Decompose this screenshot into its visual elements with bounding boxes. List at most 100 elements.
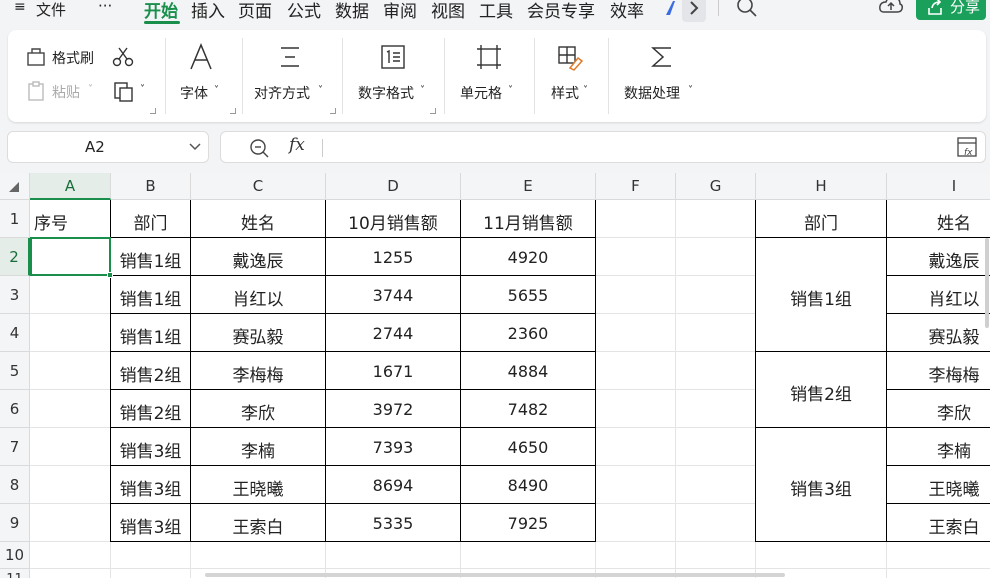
column-header-e[interactable]: E — [461, 173, 596, 200]
tab-insert[interactable]: 插入 — [191, 0, 225, 22]
fill-handle[interactable] — [107, 272, 113, 278]
cell-button[interactable]: 单元格 — [460, 83, 502, 103]
cell-d4[interactable]: 2744 — [326, 324, 460, 343]
file-menu[interactable]: 文件 — [36, 0, 66, 20]
tab-view[interactable]: 视图 — [431, 0, 465, 22]
cell-i9[interactable]: 王索白 — [887, 513, 990, 538]
column-header-c[interactable]: C — [191, 173, 326, 200]
column-header-a[interactable]: A — [30, 173, 111, 200]
cut-icon[interactable] — [112, 46, 134, 68]
format-painter-button[interactable]: 格式刷 — [52, 48, 94, 68]
number-dialog-launcher[interactable] — [430, 108, 436, 114]
cell-c5[interactable]: 李梅梅 — [191, 361, 325, 386]
cell-d7[interactable]: 7393 — [326, 438, 460, 457]
cell-i3[interactable]: 肖红以 — [887, 285, 990, 310]
vertical-scrollbar[interactable] — [985, 238, 989, 328]
cell-i6[interactable]: 李欣 — [887, 399, 990, 424]
copy-icon[interactable] — [112, 80, 136, 104]
cell-i5[interactable]: 李梅梅 — [887, 361, 990, 386]
column-header-b[interactable]: B — [111, 173, 191, 200]
fx-icon[interactable]: fx — [289, 135, 305, 155]
row-header-9[interactable]: 9 — [0, 504, 30, 542]
tab-formula[interactable]: 公式 — [287, 0, 321, 22]
paste-button[interactable]: 粘贴 — [52, 82, 80, 102]
horizontal-scrollbar[interactable] — [205, 573, 785, 577]
cell-e2[interactable]: 4920 — [461, 248, 595, 267]
row-header-8[interactable]: 8 — [0, 466, 30, 504]
cell-e4[interactable]: 2360 — [461, 324, 595, 343]
tab-tools[interactable]: 工具 — [479, 0, 513, 22]
column-header-f[interactable]: F — [596, 173, 676, 200]
cell-e1[interactable]: 11月销售额 — [461, 209, 595, 234]
cell-e6[interactable]: 7482 — [461, 400, 595, 419]
cell-c6[interactable]: 李欣 — [191, 399, 325, 424]
ai-assistant-icon[interactable] — [664, 0, 680, 16]
row-header-7[interactable]: 7 — [0, 428, 30, 466]
row-header-11[interactable]: 11 — [0, 569, 30, 578]
alignment-button[interactable]: 对齐方式 — [254, 83, 310, 103]
cell-b6[interactable]: 销售2组 — [111, 399, 190, 424]
cell-e8[interactable]: 8490 — [461, 476, 595, 495]
row-header-4[interactable]: 4 — [0, 314, 30, 352]
search-icon[interactable] — [736, 0, 758, 18]
cell-h1[interactable]: 部门 — [756, 209, 886, 234]
cell-d2[interactable]: 1255 — [326, 248, 460, 267]
cell-e3[interactable]: 5655 — [461, 286, 595, 305]
cell-b3[interactable]: 销售1组 — [111, 285, 190, 310]
insert-function-icon[interactable]: fx — [957, 137, 979, 159]
cell-d6[interactable]: 3972 — [326, 400, 460, 419]
cell-d9[interactable]: 5335 — [326, 514, 460, 533]
cell-b7[interactable]: 销售3组 — [111, 437, 190, 462]
chevron-down-icon[interactable] — [188, 141, 202, 153]
cell-c2[interactable]: 戴逸辰 — [191, 247, 325, 272]
font-button[interactable]: 字体 — [180, 83, 208, 103]
share-button[interactable]: 分享 — [916, 0, 986, 20]
cell-d5[interactable]: 1671 — [326, 362, 460, 381]
cell-e9[interactable]: 7925 — [461, 514, 595, 533]
spreadsheet-grid[interactable]: A B C D E F G H I 1 2 3 4 5 6 7 8 9 10 1… — [0, 173, 990, 578]
cell-b5[interactable]: 销售2组 — [111, 361, 190, 386]
zoom-formula-icon[interactable] — [249, 138, 269, 158]
name-box[interactable]: A2 — [7, 131, 209, 163]
cell-c7[interactable]: 李楠 — [191, 437, 325, 462]
cell-c3[interactable]: 肖红以 — [191, 285, 325, 310]
cell-c8[interactable]: 王晓曦 — [191, 475, 325, 500]
tab-page[interactable]: 页面 — [238, 0, 272, 22]
cell-d8[interactable]: 8694 — [326, 476, 460, 495]
style-button[interactable]: 样式 — [551, 83, 579, 103]
tab-data[interactable]: 数据 — [335, 0, 369, 22]
cell-d3[interactable]: 3744 — [326, 286, 460, 305]
number-format-button[interactable]: 数字格式 — [358, 83, 414, 103]
cell-b8[interactable]: 销售3组 — [111, 475, 190, 500]
column-header-d[interactable]: D — [326, 173, 461, 200]
cell-c1[interactable]: 姓名 — [191, 209, 325, 234]
row-header-2[interactable]: 2 — [0, 238, 30, 276]
row-header-6[interactable]: 6 — [0, 390, 30, 428]
cell-b9[interactable]: 销售3组 — [111, 513, 190, 538]
select-all-corner[interactable] — [0, 173, 30, 200]
column-header-i[interactable]: I — [887, 173, 990, 200]
tabs-scroll-right-button[interactable] — [682, 0, 706, 22]
column-header-h[interactable]: H — [756, 173, 887, 200]
cell-i2[interactable]: 戴逸辰 — [887, 247, 990, 272]
clipboard-dialog-launcher[interactable] — [150, 108, 156, 114]
more-icon[interactable]: ··· — [98, 0, 112, 15]
cell-d1[interactable]: 10月销售额 — [326, 209, 460, 234]
alignment-dialog-launcher[interactable] — [330, 108, 336, 114]
cell-b4[interactable]: 销售1组 — [111, 323, 190, 348]
active-cell-a2[interactable] — [30, 237, 111, 276]
cell-i1[interactable]: 姓名 — [887, 209, 990, 234]
cell-c9[interactable]: 王索白 — [191, 513, 325, 538]
row-header-3[interactable]: 3 — [0, 276, 30, 314]
tab-efficiency[interactable]: 效率 — [610, 0, 644, 22]
data-processing-button[interactable]: 数据处理 — [624, 83, 680, 103]
row-header-10[interactable]: 10 — [0, 542, 30, 569]
cloud-upload-icon[interactable] — [878, 0, 904, 18]
cell-a1[interactable]: 序号 — [30, 209, 110, 234]
cell-b2[interactable]: 销售1组 — [111, 247, 190, 272]
cell-i8[interactable]: 王晓曦 — [887, 475, 990, 500]
column-header-g[interactable]: G — [676, 173, 756, 200]
font-dialog-launcher[interactable] — [230, 108, 236, 114]
cell-i4[interactable]: 赛弘毅 — [887, 323, 990, 348]
paste-caret-icon[interactable]: ˅ — [88, 84, 93, 95]
